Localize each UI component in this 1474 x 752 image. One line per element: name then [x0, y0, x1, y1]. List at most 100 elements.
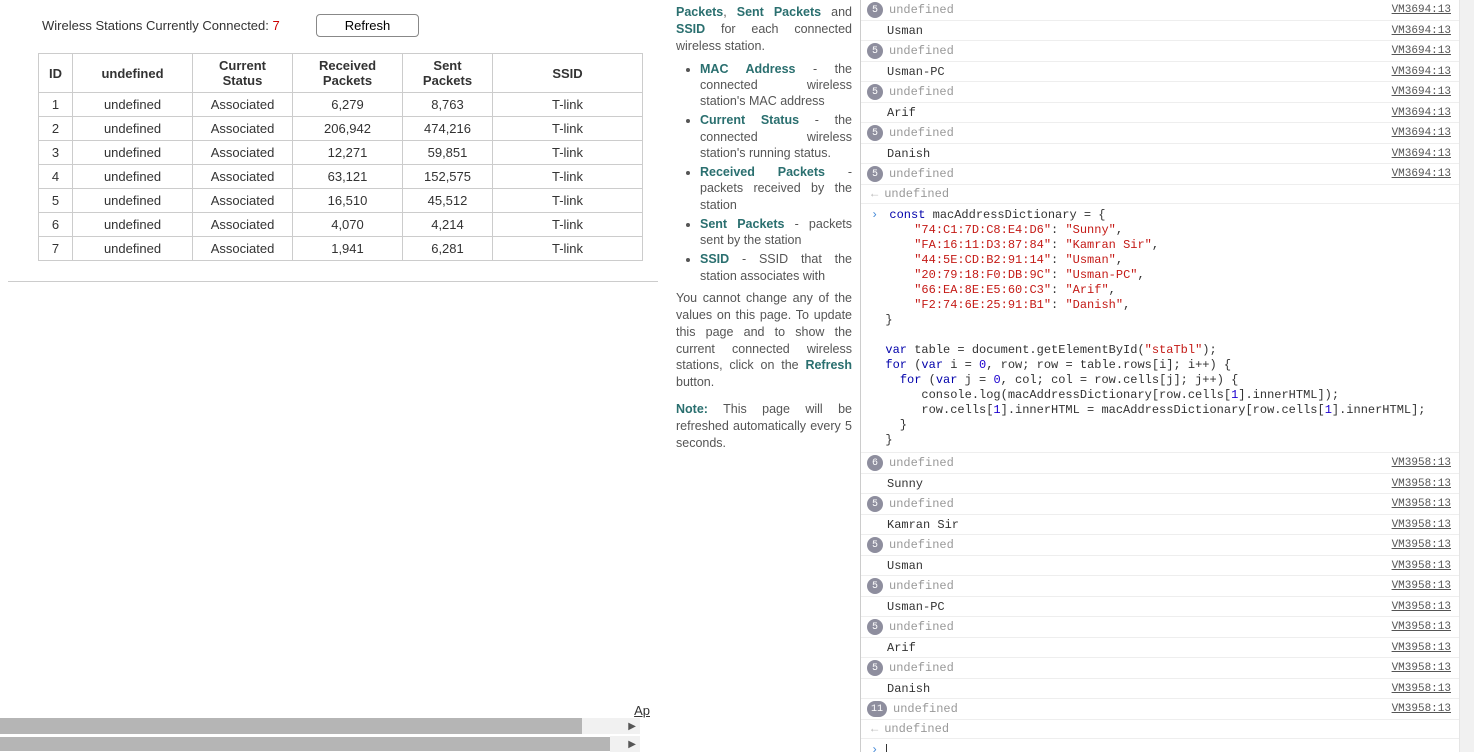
- browser-scrollbar[interactable]: [1459, 0, 1474, 752]
- console-log-row[interactable]: UsmanVM3694:13: [861, 21, 1459, 41]
- source-link[interactable]: VM3958:13: [1392, 683, 1451, 695]
- source-link[interactable]: VM3694:13: [1392, 168, 1451, 180]
- source-link[interactable]: VM3958:13: [1392, 601, 1451, 613]
- table-cell: undefined: [73, 117, 193, 141]
- inner-scrollbar[interactable]: ▶: [0, 718, 640, 734]
- console-log-row[interactable]: DanishVM3958:13: [861, 679, 1459, 699]
- console-log-row[interactable]: 5undefinedVM3958:13: [861, 494, 1459, 515]
- source-link[interactable]: VM3694:13: [1392, 127, 1451, 139]
- console-input[interactable]: ›: [861, 739, 1459, 752]
- table-cell: T-link: [493, 117, 643, 141]
- table-cell: 7: [39, 237, 73, 261]
- table-cell: undefined: [73, 237, 193, 261]
- source-link[interactable]: VM3958:13: [1392, 662, 1451, 674]
- table-row: 2undefinedAssociated206,942474,216T-link: [39, 117, 643, 141]
- table-cell: 1,941: [293, 237, 403, 261]
- table-cell: 6,281: [403, 237, 493, 261]
- source-link[interactable]: VM3958:13: [1392, 642, 1451, 654]
- console-log-row[interactable]: 5undefinedVM3694:13: [861, 0, 1459, 21]
- console-log-row[interactable]: 5undefinedVM3694:13: [861, 41, 1459, 62]
- console-log-row[interactable]: 5undefinedVM3958:13: [861, 658, 1459, 679]
- devtools-console[interactable]: 5undefinedVM3694:13UsmanVM3694:135undefi…: [860, 0, 1459, 752]
- kw-status: Current Status: [700, 113, 799, 127]
- table-cell: T-link: [493, 165, 643, 189]
- console-log-row[interactable]: 5undefinedVM3958:13: [861, 576, 1459, 597]
- source-link[interactable]: VM3694:13: [1392, 148, 1451, 160]
- console-log-row[interactable]: Kamran SirVM3958:13: [861, 515, 1459, 535]
- table-cell: 4: [39, 165, 73, 189]
- log-undefined: undefined: [889, 3, 1392, 17]
- source-link[interactable]: VM3694:13: [1392, 107, 1451, 119]
- header-row: Wireless Stations Currently Connected: 7…: [42, 14, 670, 37]
- source-link[interactable]: VM3958:13: [1392, 621, 1451, 633]
- log-value: Kamran Sir: [887, 518, 1392, 532]
- source-link[interactable]: VM3694:13: [1392, 86, 1451, 98]
- log-count-badge: 5: [867, 166, 883, 182]
- source-link[interactable]: VM3958:13: [1392, 580, 1451, 592]
- help-intro: Packets, Sent Packets and SSID for each …: [676, 4, 852, 55]
- source-link[interactable]: VM3958:13: [1392, 560, 1451, 572]
- console-log-row[interactable]: 5undefinedVM3958:13: [861, 617, 1459, 638]
- arrow-right-icon[interactable]: ▶: [628, 739, 636, 750]
- table-cell: undefined: [73, 189, 193, 213]
- return-arrow-icon: ←: [871, 187, 878, 201]
- console-log-row[interactable]: 11undefinedVM3958:13: [861, 699, 1459, 720]
- source-link[interactable]: VM3694:13: [1392, 45, 1451, 57]
- source-link[interactable]: VM3958:13: [1392, 498, 1451, 510]
- kw-sent: Sent Packets: [700, 217, 784, 231]
- source-link[interactable]: VM3694:13: [1392, 25, 1451, 37]
- table-cell: T-link: [493, 189, 643, 213]
- scrollbar-track[interactable]: ▶: [610, 736, 640, 752]
- table-cell: 3: [39, 141, 73, 165]
- console-log-row[interactable]: Usman-PCVM3694:13: [861, 62, 1459, 82]
- table-cell: T-link: [493, 213, 643, 237]
- table-cell: 2: [39, 117, 73, 141]
- help-list: MAC Address - the connected wireless sta…: [700, 61, 852, 284]
- table-header-row: IDundefinedCurrent StatusReceived Packet…: [39, 54, 643, 93]
- console-log-row[interactable]: SunnyVM3958:13: [861, 474, 1459, 494]
- table-cell: Associated: [193, 117, 293, 141]
- table-cell: Associated: [193, 189, 293, 213]
- source-link[interactable]: VM3694:13: [1392, 4, 1451, 16]
- header-label-text: Wireless Stations Currently Connected:: [42, 18, 269, 33]
- refresh-button[interactable]: Refresh: [316, 14, 420, 37]
- console-log-row[interactable]: 5undefinedVM3694:13: [861, 82, 1459, 103]
- source-link[interactable]: VM3694:13: [1392, 66, 1451, 78]
- log-count-badge: 5: [867, 84, 883, 100]
- log-count-badge: 5: [867, 496, 883, 512]
- refresh-link: Refresh: [805, 358, 852, 372]
- table-cell: undefined: [73, 93, 193, 117]
- table-cell: 8,763: [403, 93, 493, 117]
- console-log-row[interactable]: ArifVM3694:13: [861, 103, 1459, 123]
- console-log-row[interactable]: UsmanVM3958:13: [861, 556, 1459, 576]
- table-row: 7undefinedAssociated1,9416,281T-link: [39, 237, 643, 261]
- help-p2: You cannot change any of the values on t…: [676, 290, 852, 391]
- console-log-row[interactable]: ArifVM3958:13: [861, 638, 1459, 658]
- log-undefined: undefined: [889, 620, 1392, 634]
- source-link[interactable]: VM3958:13: [1392, 539, 1451, 551]
- source-link[interactable]: VM3958:13: [1392, 478, 1451, 490]
- outer-scrollbar[interactable]: ▶: [0, 736, 640, 752]
- console-code-block[interactable]: › const macAddressDictionary = { "74:C1:…: [861, 204, 1459, 453]
- source-link[interactable]: VM3958:13: [1392, 703, 1451, 715]
- table-cell: T-link: [493, 141, 643, 165]
- table-cell: 4,070: [293, 213, 403, 237]
- help-item-status: Current Status - the connected wireless …: [700, 112, 852, 161]
- console-log-row[interactable]: 5undefinedVM3694:13: [861, 164, 1459, 185]
- source-link[interactable]: VM3958:13: [1392, 457, 1451, 469]
- log-undefined: undefined: [889, 538, 1392, 552]
- console-log-row[interactable]: Usman-PCVM3958:13: [861, 597, 1459, 617]
- table-cell: T-link: [493, 93, 643, 117]
- kw-recv: Received Packets: [700, 165, 825, 179]
- scrollbar-track[interactable]: ▶: [582, 718, 640, 734]
- table-cell: 4,214: [403, 213, 493, 237]
- source-link[interactable]: VM3958:13: [1392, 519, 1451, 531]
- table-cell: undefined: [73, 213, 193, 237]
- console-log-row[interactable]: DanishVM3694:13: [861, 144, 1459, 164]
- scrollbar-thumb[interactable]: [0, 737, 610, 751]
- console-log-row[interactable]: 5undefinedVM3958:13: [861, 535, 1459, 556]
- arrow-right-icon[interactable]: ▶: [628, 721, 636, 732]
- console-log-row[interactable]: 5undefinedVM3694:13: [861, 123, 1459, 144]
- scrollbar-thumb[interactable]: [0, 718, 582, 734]
- console-log-row[interactable]: 6undefinedVM3958:13: [861, 453, 1459, 474]
